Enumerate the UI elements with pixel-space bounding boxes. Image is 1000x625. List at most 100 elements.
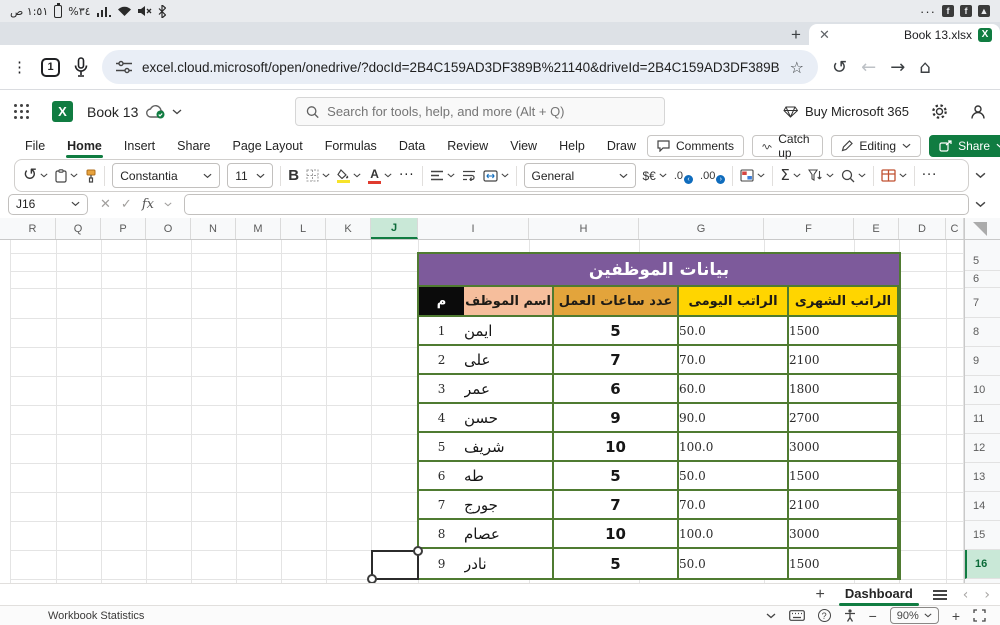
table-cell-num[interactable]: 4 [419,404,464,433]
column-headers[interactable]: RQPONMLKJIHGFEDC [0,218,964,240]
table-cell-monthly[interactable]: 1800 [789,375,899,404]
row-header-10[interactable]: 10 [965,376,1000,405]
keyboard-icon[interactable] [788,610,805,621]
row-header-7[interactable]: 7 [965,288,1000,318]
editing-mode-button[interactable]: Editing [831,134,922,157]
table-cell-name[interactable]: نادر [464,549,554,578]
table-cell-num[interactable]: 7 [419,491,464,520]
format-as-table-button[interactable] [881,169,907,182]
home-icon[interactable]: ⌂ [919,57,930,78]
table-cell-num[interactable]: 9 [419,549,464,578]
increase-decimal-button[interactable]: .00 › [700,168,726,184]
table-cell-daily[interactable]: 70.0 [679,491,789,520]
bookmark-star-icon[interactable]: ☆ [790,58,804,77]
table-cell-hours[interactable]: 5 [554,549,679,578]
table-cell-hours[interactable]: 6 [554,375,679,404]
selection-handle-top-right[interactable] [413,546,423,556]
tab-switcher-button[interactable]: 1 [41,57,60,77]
tab-view[interactable]: View [499,136,548,156]
accessibility-icon[interactable] [844,609,856,622]
decrease-decimal-button[interactable]: .0 ‹ [674,168,694,184]
table-cell-name[interactable]: جورج [464,491,554,520]
borders-button[interactable] [306,169,330,182]
table-cell-name[interactable]: شريف [464,433,554,462]
column-header-J[interactable]: J [371,218,418,239]
table-cell-monthly[interactable]: 2100 [789,491,899,520]
row-header-5[interactable]: 5 [965,253,1000,271]
table-cell-hours[interactable]: 10 [554,433,679,462]
row-header-8[interactable]: 8 [965,318,1000,347]
table-cell-name[interactable]: طه [464,462,554,491]
column-header-O[interactable]: O [146,218,191,239]
row-headers[interactable]: 5 6 7 8 9 10 11 12 13 14 15 16 [964,218,1000,583]
settings-gear-icon[interactable] [931,103,948,120]
conditional-formatting-button[interactable] [740,169,765,182]
bold-button[interactable]: B [288,167,299,184]
format-painter-button[interactable] [85,169,97,183]
tab-page-layout[interactable]: Page Layout [222,136,314,156]
workbook-name[interactable]: Book 13 [87,104,138,120]
table-cell-monthly[interactable]: 1500 [789,549,899,578]
column-header-F[interactable]: F [764,218,854,239]
currency-format-button[interactable]: $€ [643,169,667,183]
header-cell-monthly-salary[interactable]: الراتب الشهرى [789,287,899,317]
row-header-12[interactable]: 12 [965,434,1000,463]
table-cell-hours[interactable]: 7 [554,346,679,375]
font-name-select[interactable]: Constantia [112,163,221,188]
row-header-9[interactable]: 9 [965,347,1000,376]
name-box[interactable]: J16 [8,193,88,215]
help-icon[interactable]: ? [817,609,831,622]
table-cell-name[interactable]: ايمن [464,317,554,346]
search-input[interactable] [327,104,654,119]
undo-button[interactable]: ↺ [23,167,48,184]
table-cell-name[interactable]: عصام [464,520,554,549]
row-header-6[interactable]: 6 [965,271,1000,288]
column-header-C[interactable]: C [946,218,964,239]
all-sheets-menu-icon[interactable] [932,589,947,600]
header-cell-number[interactable]: م [419,287,464,317]
selection-handle-bottom-left[interactable] [367,574,377,583]
column-header-L[interactable]: L [281,218,326,239]
paste-button[interactable] [55,168,78,183]
app-launcher-icon[interactable] [14,103,30,120]
table-cell-num[interactable]: 6 [419,462,464,491]
table-cell-hours[interactable]: 7 [554,491,679,520]
zoom-in-button[interactable]: + [952,608,960,624]
column-header-D[interactable]: D [899,218,946,239]
table-cell-monthly[interactable]: 3000 [789,433,899,462]
table-cell-daily[interactable]: 100.0 [679,520,789,549]
tab-review[interactable]: Review [436,136,499,156]
browser-tab[interactable]: ✕ Book 13.xlsx X [809,24,1000,45]
header-cell-daily-salary[interactable]: الراتب اليومى [679,287,789,317]
zoom-out-button[interactable]: − [869,608,877,624]
row-header-16[interactable]: 16 [965,550,1000,579]
formula-input[interactable] [183,193,969,215]
expand-formula-bar-chevron-icon[interactable] [975,201,986,208]
toolbar-overflow-icon[interactable]: ··· [922,168,937,183]
workbook-menu-chevron-icon[interactable] [172,109,182,115]
tab-home[interactable]: Home [56,136,113,158]
tab-data[interactable]: Data [388,136,436,156]
row-header-11[interactable]: 11 [965,405,1000,434]
collapse-ribbon-chevron-icon[interactable] [975,172,986,179]
column-header-Q[interactable]: Q [56,218,101,239]
excel-logo-icon[interactable]: X [52,101,73,122]
voice-search-icon[interactable] [74,57,88,77]
insert-function-icon[interactable]: fx [142,197,154,212]
tab-help[interactable]: Help [548,136,596,156]
spreadsheet-grid[interactable]: RQPONMLKJIHGFEDC بيانات الموظفين الراتب … [0,218,1000,583]
search-box[interactable] [295,97,665,126]
column-header-K[interactable]: K [326,218,371,239]
close-tab-icon[interactable]: ✕ [819,27,830,43]
employee-table[interactable]: بيانات الموظفين الراتب الشهرى الراتب الي… [417,252,901,580]
table-cell-daily[interactable]: 60.0 [679,375,789,404]
column-header-H[interactable]: H [529,218,639,239]
previous-sheet-icon[interactable]: ‹ [963,587,969,603]
table-cell-daily[interactable]: 50.0 [679,549,789,578]
select-all-corner[interactable] [965,218,1000,240]
header-cell-work-hours[interactable]: عدد ساعات العمل [554,287,679,317]
reload-icon[interactable]: ↺ [832,57,847,78]
fill-color-button[interactable] [337,168,361,183]
tab-share[interactable]: Share [166,136,221,156]
browser-menu-icon[interactable]: ⋮ [12,60,27,75]
